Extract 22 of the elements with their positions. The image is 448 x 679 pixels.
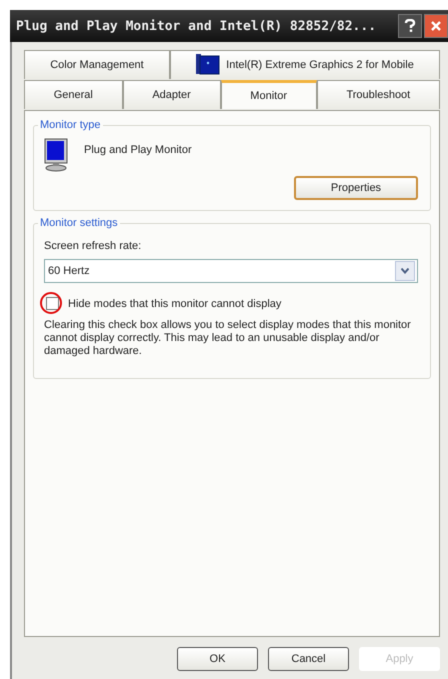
tab[interactable]: General: [24, 80, 123, 109]
field-label: Screen refresh rate:: [44, 240, 142, 252]
warning-text: Clearing this check box allows you to select display modes that this monitor cannot display correctly. This may lead to an unusable display and/or damaged hardware.: [44, 319, 412, 358]
tab[interactable]: Color Management: [24, 50, 170, 79]
dialog-button[interactable]: Cancel: [268, 647, 349, 671]
monitor-name: Plug and Play Monitor: [84, 144, 192, 156]
close-icon: [430, 20, 442, 32]
dialog-button[interactable]: OK: [177, 647, 258, 671]
properties-button[interactable]: Properties: [294, 176, 418, 200]
group-title: Monitor settings: [38, 217, 120, 229]
tab[interactable]: Intel(R) Extreme Graphics 2 for Mobile: [170, 50, 440, 79]
checkbox-label: Hide modes that this monitor cannot display: [68, 298, 282, 310]
help-icon: [404, 19, 416, 33]
help-button[interactable]: [398, 14, 422, 38]
tab[interactable]: Troubleshoot: [316, 80, 440, 109]
window-title: Plug and Play Monitor and Intel(R) 82852/82...: [16, 18, 378, 34]
close-button[interactable]: [424, 14, 448, 38]
tab[interactable]: Monitor: [220, 80, 317, 109]
refresh-rate-dropdown[interactable]: 60 Hertz: [44, 259, 418, 283]
group-title: Monitor type: [38, 119, 103, 131]
tab[interactable]: Adapter: [122, 80, 221, 109]
checkbox[interactable]: [46, 297, 59, 310]
